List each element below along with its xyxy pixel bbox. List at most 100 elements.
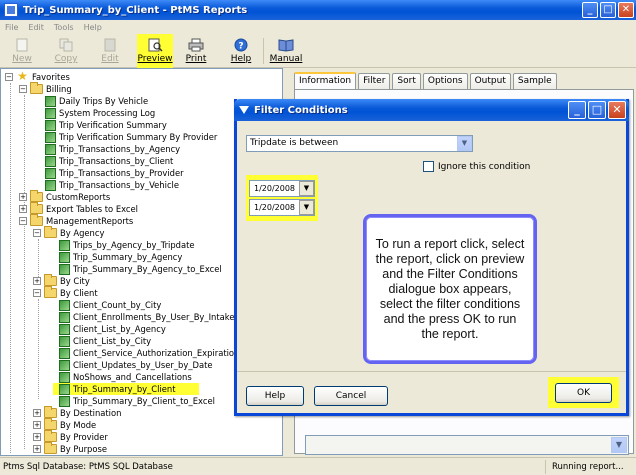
condition-select[interactable]: Tripdate is between ▼ xyxy=(246,135,473,152)
date-to-picker[interactable]: 1/20/2008 ▼ xyxy=(249,199,315,216)
report-icon xyxy=(59,323,70,335)
report-icon xyxy=(45,179,56,191)
expand-toggle[interactable]: + xyxy=(33,445,41,453)
expand-toggle[interactable]: + xyxy=(33,409,41,417)
tree-item-report[interactable]: Trip_Transactions_by_Vehicle xyxy=(45,179,179,191)
new-button[interactable]: New xyxy=(0,34,44,68)
collapse-toggle[interactable]: − xyxy=(33,289,41,297)
tree-node-by-agency[interactable]: − By Agency xyxy=(33,226,104,239)
tree-node-by-client[interactable]: − By Client xyxy=(33,286,98,299)
folder-open-icon xyxy=(30,82,43,94)
chevron-down-icon[interactable]: ▼ xyxy=(611,437,627,453)
ignore-condition-label: Ignore this condition xyxy=(438,161,531,172)
expand-toggle[interactable]: + xyxy=(33,421,41,429)
date-from-value: 1/20/2008 xyxy=(254,184,296,193)
tree-label: Client_Count_by_City xyxy=(73,300,162,310)
tree-item-report[interactable]: Trips_by_Agency_by_Tripdate xyxy=(59,239,195,251)
tree-node-by-purpose[interactable]: + By Purpose xyxy=(33,442,107,455)
tree-item-report[interactable]: Trip_Summary_By_Agency_to_Excel xyxy=(59,263,222,275)
tree-item-report[interactable]: Trip Verification Summary xyxy=(45,119,167,131)
collapse-toggle[interactable]: − xyxy=(19,217,27,225)
chevron-down-icon[interactable]: ▼ xyxy=(299,181,314,196)
chevron-down-icon[interactable]: ▼ xyxy=(299,200,314,215)
tree-item-report[interactable]: Client_List_by_Agency xyxy=(59,323,166,335)
collapse-toggle[interactable]: − xyxy=(5,73,13,81)
dialog-cancel-button[interactable]: Cancel xyxy=(314,386,388,406)
tab-sort[interactable]: Sort xyxy=(392,73,421,90)
tree-label: Trip Verification Summary By Provider xyxy=(59,132,218,142)
tree-item-report[interactable]: Daily Trips By Vehicle xyxy=(45,95,148,107)
collapse-toggle[interactable]: − xyxy=(19,85,27,93)
dialog-divider xyxy=(237,371,626,372)
dialog-close-button[interactable]: ✕ xyxy=(608,101,626,119)
copy-label: Copy xyxy=(54,54,78,64)
tab-filter[interactable]: Filter xyxy=(358,73,391,90)
folder-icon xyxy=(30,190,43,202)
tree-item-report[interactable]: Trip_Transactions_by_Agency xyxy=(45,143,180,155)
tree-node-by-city[interactable]: + By City xyxy=(33,274,90,287)
tree-item-report[interactable]: NoShows_and_Cancellations xyxy=(59,371,192,383)
minimize-button[interactable]: _ xyxy=(582,2,598,18)
menu-help[interactable]: Help xyxy=(79,23,107,32)
menu-tools[interactable]: Tools xyxy=(49,23,79,32)
tree-item-report[interactable]: Client_List_by_City xyxy=(59,335,151,347)
tree-item-report[interactable]: Trip_Transactions_by_Client xyxy=(45,155,173,167)
preview-button[interactable]: Preview xyxy=(137,34,173,68)
tree-node-management-reports[interactable]: − ManagementReports xyxy=(19,214,134,227)
collapse-toggle[interactable]: − xyxy=(33,229,41,237)
tree-item-report[interactable]: Client_Enrollments_By_User_By_Intake xyxy=(59,311,234,323)
expand-toggle[interactable]: + xyxy=(19,205,27,213)
print-button[interactable]: Print xyxy=(173,34,219,68)
help-icon: ? xyxy=(234,38,248,52)
copy-button[interactable]: Copy xyxy=(44,34,88,68)
tree-item-report[interactable]: Trip Verification Summary By Provider xyxy=(45,131,217,143)
title-bar[interactable]: Trip_Summary_by_Client - PtMS Reports _ … xyxy=(0,0,636,20)
app-icon xyxy=(4,3,18,17)
dialog-minimize-button[interactable]: _ xyxy=(568,101,586,119)
ignore-condition-option[interactable]: Ignore this condition xyxy=(423,161,530,172)
tab-information[interactable]: Information xyxy=(294,72,357,90)
dialog-maximize-button[interactable]: □ xyxy=(588,101,606,119)
menu-file[interactable]: File xyxy=(0,23,23,32)
report-icon xyxy=(59,311,70,323)
manual-button[interactable]: Manual xyxy=(264,34,308,68)
tree-line xyxy=(38,239,39,279)
tree-label: By City xyxy=(60,276,90,286)
tree-item-report[interactable]: Client_Updates_by_User_by_Date xyxy=(59,359,213,371)
tab-sample[interactable]: Sample xyxy=(512,73,557,90)
tree-label: By Purpose xyxy=(60,444,107,454)
report-icon xyxy=(59,263,70,275)
help-button[interactable]: ? Help xyxy=(219,34,263,68)
tree-label: ManagementReports xyxy=(46,216,134,226)
tree-item-report[interactable]: Client_Service_Authorization_Expiration xyxy=(59,347,239,359)
tree-item-report[interactable]: Trip_Transactions_by_Provider xyxy=(45,167,184,179)
ignore-condition-checkbox[interactable] xyxy=(423,161,434,172)
dialog-help-button[interactable]: Help xyxy=(246,386,304,406)
expand-toggle[interactable]: + xyxy=(33,433,41,441)
tree-item-report[interactable]: Trip_Summary_By_Client_to_Excel xyxy=(59,395,215,407)
tree-item-report[interactable]: System Processing Log xyxy=(45,107,155,119)
chevron-down-icon[interactable]: ▼ xyxy=(457,136,472,151)
report-icon xyxy=(45,119,56,131)
expand-toggle[interactable]: + xyxy=(19,193,27,201)
folder-icon xyxy=(30,202,43,214)
menu-edit[interactable]: Edit xyxy=(23,23,49,32)
tree-item-report[interactable]: Trip_Summary_by_Agency xyxy=(59,251,182,263)
expand-toggle[interactable]: + xyxy=(33,277,41,285)
output-list[interactable]: ▼ xyxy=(305,435,629,455)
dialog-title-bar[interactable]: Filter Conditions _ □ ✕ xyxy=(234,99,629,121)
report-icon xyxy=(45,107,56,119)
maximize-button[interactable]: □ xyxy=(600,2,616,18)
edit-button[interactable]: Edit xyxy=(88,34,132,68)
dialog-ok-button[interactable]: OK xyxy=(555,383,612,403)
tree-item-report[interactable]: Client_Count_by_City xyxy=(59,299,161,311)
tree-item-selected-report[interactable]: Trip_Summary_by_Client xyxy=(53,383,199,395)
date-from-picker[interactable]: 1/20/2008 ▼ xyxy=(249,180,315,197)
tree-label: Trip Verification Summary xyxy=(59,120,167,130)
tree-node-billing[interactable]: − Billing xyxy=(19,82,72,95)
tree-node-by-mode[interactable]: + By Mode xyxy=(33,418,96,431)
tab-options[interactable]: Options xyxy=(422,73,468,90)
tree-line xyxy=(10,83,11,453)
close-button[interactable]: ✕ xyxy=(618,2,634,18)
tab-output[interactable]: Output xyxy=(469,73,511,90)
